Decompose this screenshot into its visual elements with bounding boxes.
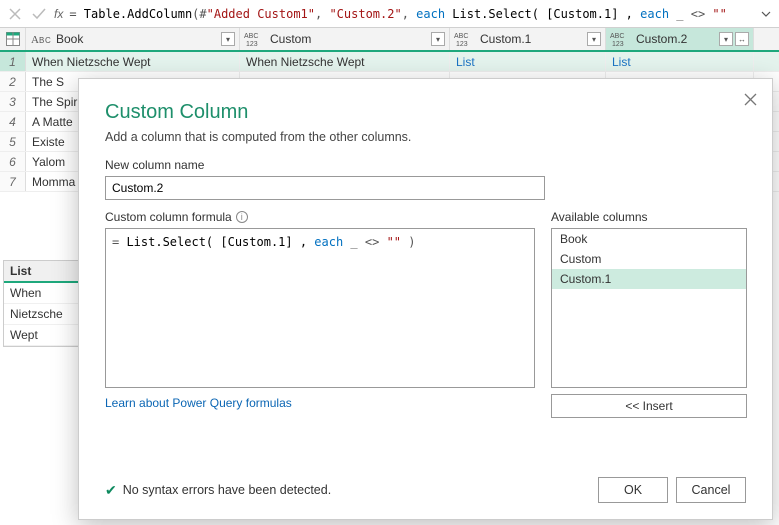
svg-text:ABC: ABC (244, 33, 258, 40)
new-column-name-label-text: New column name (105, 158, 204, 172)
svg-text:C: C (45, 36, 51, 45)
close-icon[interactable] (738, 87, 762, 111)
column-name: Custom.2 (636, 32, 719, 46)
info-icon[interactable]: i (236, 211, 248, 223)
available-column-item[interactable]: Custom (552, 249, 746, 269)
formula-text[interactable]: = Table.AddColumn(#"Added Custom1", "Cus… (69, 7, 727, 21)
new-column-name-label: New column name (105, 158, 746, 172)
insert-button-label: << Insert (625, 399, 672, 413)
dialog-title: Custom Column (105, 101, 746, 124)
table-row[interactable]: 1When Nietzsche WeptWhen Nietzsche WeptL… (0, 52, 779, 72)
available-column-item[interactable]: Custom.1 (552, 269, 746, 289)
cell[interactable]: List (606, 52, 754, 71)
svg-text:123: 123 (612, 41, 624, 47)
cancel-button[interactable]: Cancel (676, 477, 746, 503)
table-icon[interactable] (0, 28, 26, 50)
column-expand-icon[interactable]: ↔ (735, 32, 749, 46)
formula-label: Custom column formula i (105, 210, 535, 224)
row-number[interactable]: 2 (0, 72, 26, 91)
cell[interactable]: When Nietzsche Wept (26, 52, 240, 71)
formula-accept-button[interactable] (28, 3, 50, 25)
new-column-name-input[interactable] (105, 176, 545, 200)
check-icon: ✔ (105, 482, 117, 499)
syntax-status-text: No syntax errors have been detected. (123, 483, 331, 497)
svg-text:123: 123 (246, 41, 258, 47)
column-name: Custom.1 (480, 32, 587, 46)
syntax-status: ✔ No syntax errors have been detected. (105, 482, 331, 499)
formula-label-text: Custom column formula (105, 210, 232, 224)
fx-label: fx (54, 7, 63, 21)
dialog-footer: ✔ No syntax errors have been detected. O… (105, 477, 746, 503)
insert-button[interactable]: << Insert (551, 394, 747, 418)
dialog-subtitle: Add a column that is computed from the o… (105, 130, 746, 144)
cancel-button-label: Cancel (692, 483, 731, 497)
custom-column-dialog: Custom Column Add a column that is compu… (78, 78, 773, 520)
type-icon[interactable]: ABC123 (244, 30, 266, 48)
formula-cancel-button[interactable] (4, 3, 26, 25)
column-name: Book (56, 32, 221, 46)
row-number[interactable]: 1 (0, 52, 26, 71)
cell[interactable]: List (450, 52, 606, 71)
column-header-custom-1[interactable]: ABC123 Custom.1▾ (450, 28, 606, 50)
svg-text:123: 123 (456, 41, 468, 47)
row-number[interactable]: 5 (0, 132, 26, 151)
column-name: Custom (270, 32, 431, 46)
type-icon[interactable]: ABC123 (454, 30, 476, 48)
row-number[interactable]: 3 (0, 92, 26, 111)
column-dropdown-icon[interactable]: ▾ (719, 32, 733, 46)
row-number[interactable]: 4 (0, 112, 26, 131)
type-icon[interactable]: ABC123 (610, 30, 632, 48)
column-dropdown-icon[interactable]: ▾ (587, 32, 601, 46)
column-dropdown-icon[interactable]: ▾ (431, 32, 445, 46)
type-icon[interactable]: ABC (30, 30, 52, 48)
formula-expand-button[interactable] (757, 5, 775, 23)
available-column-item[interactable]: Book (552, 229, 746, 249)
row-number[interactable]: 7 (0, 172, 26, 191)
grid-header: ABCBook▾ABC123Custom▾ABC123Custom.1▾ABC1… (0, 28, 779, 52)
cell[interactable]: When Nietzsche Wept (240, 52, 450, 71)
svg-text:A: A (31, 34, 39, 46)
formula-bar: fx = Table.AddColumn(#"Added Custom1", "… (0, 0, 779, 28)
column-header-book[interactable]: ABC Book▾ (26, 28, 240, 50)
available-columns-label-text: Available columns (551, 210, 648, 224)
available-columns-label: Available columns (551, 210, 747, 224)
svg-text:ABC: ABC (610, 33, 624, 40)
custom-column-formula-input[interactable]: = List.Select( [Custom.1] , each _ <> ""… (105, 228, 535, 388)
svg-text:B: B (39, 36, 44, 45)
ok-button[interactable]: OK (598, 477, 668, 503)
column-header-custom-2[interactable]: ABC123 Custom.2▾↔ (606, 28, 754, 50)
available-columns-list[interactable]: BookCustomCustom.1 (551, 228, 747, 388)
learn-link[interactable]: Learn about Power Query formulas (105, 396, 292, 410)
row-number[interactable]: 6 (0, 152, 26, 171)
column-header-custom[interactable]: ABC123 Custom▾ (240, 28, 450, 50)
column-dropdown-icon[interactable]: ▾ (221, 32, 235, 46)
svg-text:ABC: ABC (454, 33, 468, 40)
ok-button-label: OK (624, 483, 642, 497)
